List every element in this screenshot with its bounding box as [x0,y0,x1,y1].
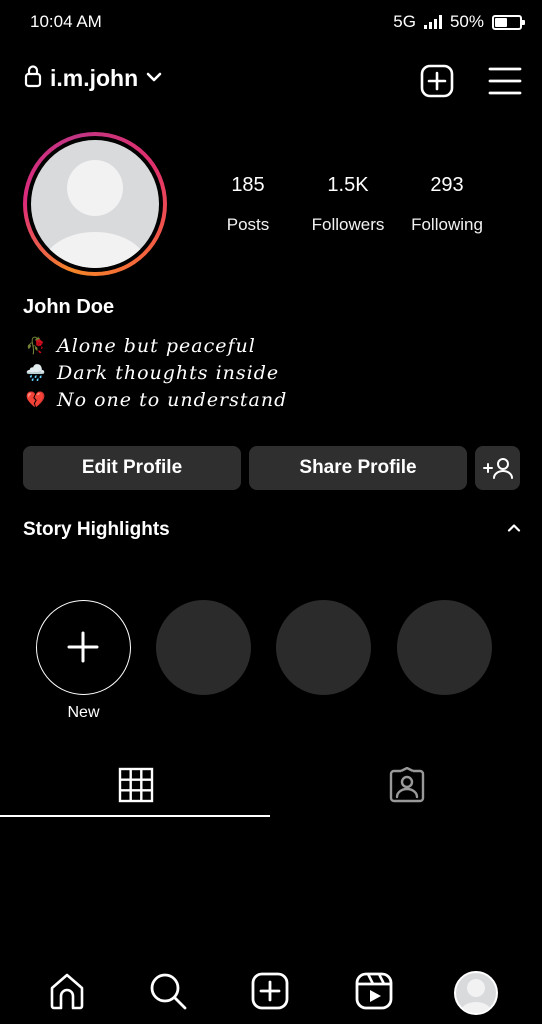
stat-posts[interactable]: 185 Posts [213,174,283,235]
display-name: John Doe [23,296,115,318]
edit-profile-button[interactable]: Edit Profile [23,446,241,490]
wilted-rose-emoji: 🥀 [25,336,47,355]
broken-heart-emoji: 💔 [25,390,47,409]
new-highlight-button[interactable] [36,600,131,695]
home-icon [47,971,87,1016]
tab-grid[interactable] [0,758,271,816]
lock-icon [24,64,42,93]
rain-cloud-emoji: 🌧️ [25,363,47,382]
stat-followers[interactable]: 1.5K Followers [302,174,394,235]
story-highlights-header: Story Highlights [23,519,523,541]
stat-value: 293 [430,174,464,196]
stat-following[interactable]: 293 Following [402,174,492,235]
stat-label: Posts [226,215,270,234]
stat-label: Followers [311,215,385,234]
nav-reels[interactable] [349,968,399,1018]
profile-avatar-icon [454,971,498,1015]
account-switcher[interactable]: i.m.john [24,64,162,93]
highlight-placeholder[interactable] [156,600,251,695]
story-highlights-title: Story Highlights [23,519,170,540]
active-tab-indicator [0,815,270,817]
discover-people-button[interactable] [475,446,520,490]
battery-level [495,17,507,27]
profile-avatar [31,140,159,268]
stat-value: 1.5K [327,174,369,196]
grid-icon [118,767,154,808]
bio: 🥀 Alone but peaceful 🌧️ Dark thoughts in… [23,332,523,413]
nav-profile[interactable] [451,968,501,1018]
bio-line: 💔 No one to understand [23,386,523,413]
profile-actions: Edit Profile Share Profile [0,446,542,490]
stat-value: 185 [231,174,265,196]
battery-percent: 50% [449,12,484,31]
username: i.m.john [50,65,139,91]
status-time: 10:04 AM [30,12,102,31]
status-indicators: 5G 50% [393,12,525,32]
hamburger-menu-icon[interactable] [488,64,522,103]
reels-icon [354,971,394,1016]
highlight-placeholder[interactable] [276,600,371,695]
chevron-up-icon[interactable] [507,521,521,540]
highlight-placeholder[interactable] [397,600,492,695]
story-ring[interactable] [23,132,167,276]
bio-line: 🥀 Alone but peaceful [23,332,523,359]
plus-icon [37,601,130,693]
share-profile-button[interactable]: Share Profile [249,446,467,490]
search-icon [148,971,188,1016]
profile-header: i.m.john [0,60,542,102]
stat-label: Following [411,215,483,234]
tagged-icon [388,766,426,808]
chevron-down-icon [146,70,162,88]
bio-line: 🌧️ Dark thoughts inside [23,359,523,386]
tab-tagged[interactable] [271,758,542,816]
bio-text: Dark thoughts inside [57,361,280,384]
bio-text: No one to understand [57,388,288,411]
signal-icon [423,15,442,29]
profile-summary: 185 Posts 1.5K Followers 293 Following [0,130,542,280]
nav-search[interactable] [143,968,193,1018]
create-icon [250,971,290,1016]
battery-icon [492,14,525,30]
network-type: 5G [393,12,416,31]
status-bar: 10:04 AM 5G 50% [0,0,542,44]
nav-home[interactable] [42,968,92,1018]
content-tabs [0,758,542,818]
nav-create[interactable] [245,968,295,1018]
add-square-icon[interactable] [420,64,454,103]
bottom-navigation [0,960,542,1024]
bio-text: Alone but peaceful [57,334,256,357]
add-person-icon [475,456,520,480]
new-highlight-label: New [67,704,100,721]
